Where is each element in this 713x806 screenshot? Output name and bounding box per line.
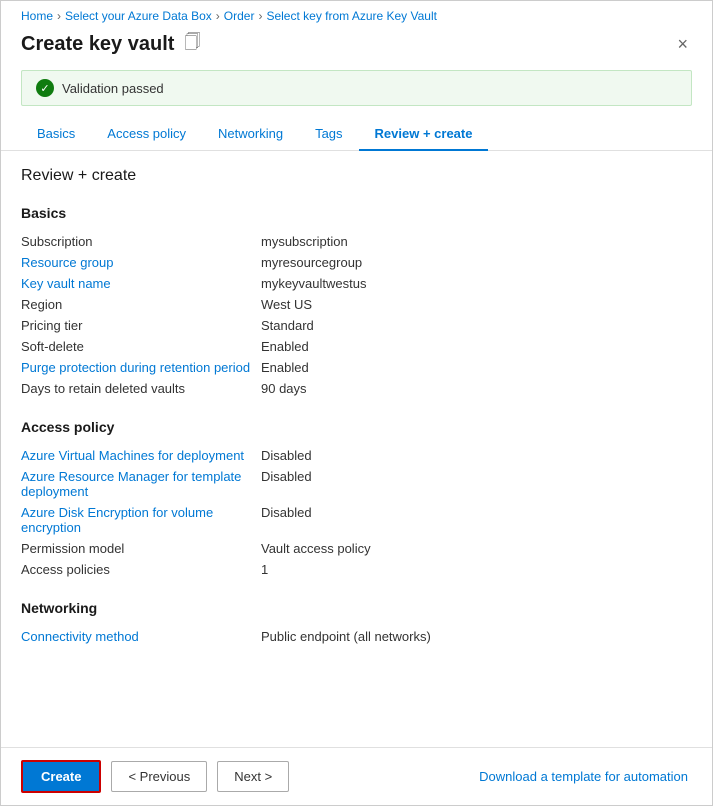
table-row: Azure Disk Encryption for volume encrypt… xyxy=(21,502,692,538)
access-policies-value: 1 xyxy=(261,562,268,577)
review-create-title: Review + create xyxy=(21,167,692,185)
validation-bar: ✓ Validation passed xyxy=(21,70,692,106)
region-value: West US xyxy=(261,297,312,312)
soft-delete-value: Enabled xyxy=(261,339,309,354)
table-row: Permission model Vault access policy xyxy=(21,538,692,559)
days-retain-label: Days to retain deleted vaults xyxy=(21,381,261,396)
breadcrumb-sep-0: › xyxy=(57,9,61,23)
access-policy-section: Access policy Azure Virtual Machines for… xyxy=(21,419,692,580)
validation-check-icon: ✓ xyxy=(36,79,54,97)
close-button[interactable]: × xyxy=(673,34,692,55)
breadcrumb: Home › Select your Azure Data Box › Orde… xyxy=(1,1,712,27)
tab-review-create[interactable]: Review + create xyxy=(359,118,489,151)
breadcrumb-sep-2: › xyxy=(258,9,262,23)
breadcrumb-select-data-box[interactable]: Select your Azure Data Box xyxy=(65,9,212,23)
region-label: Region xyxy=(21,297,261,312)
table-row: Connectivity method Public endpoint (all… xyxy=(21,626,692,647)
azure-disk-label: Azure Disk Encryption for volume encrypt… xyxy=(21,505,261,535)
pricing-tier-value: Standard xyxy=(261,318,314,333)
main-content: Review + create Basics Subscription mysu… xyxy=(1,151,712,747)
access-policy-header: Access policy xyxy=(21,419,692,435)
breadcrumb-select-key[interactable]: Select key from Azure Key Vault xyxy=(266,9,437,23)
breadcrumb-sep-1: › xyxy=(216,9,220,23)
purge-protection-label: Purge protection during retention period xyxy=(21,360,261,375)
modal-header: Create key vault 🗍 × xyxy=(1,27,712,70)
resource-group-value: myresourcegroup xyxy=(261,255,362,270)
connectivity-method-label: Connectivity method xyxy=(21,629,261,644)
basics-section: Basics Subscription mysubscription Resou… xyxy=(21,205,692,399)
table-row: Key vault name mykeyvaultwestus xyxy=(21,273,692,294)
table-row: Access policies 1 xyxy=(21,559,692,580)
table-row: Subscription mysubscription xyxy=(21,231,692,252)
access-policies-label: Access policies xyxy=(21,562,261,577)
table-row: Days to retain deleted vaults 90 days xyxy=(21,378,692,399)
table-row: Azure Virtual Machines for deployment Di… xyxy=(21,445,692,466)
days-retain-value: 90 days xyxy=(261,381,307,396)
azure-vm-label: Azure Virtual Machines for deployment xyxy=(21,448,261,463)
basics-header: Basics xyxy=(21,205,692,221)
azure-rm-label: Azure Resource Manager for template depl… xyxy=(21,469,261,499)
tab-access-policy[interactable]: Access policy xyxy=(91,118,202,151)
table-row: Pricing tier Standard xyxy=(21,315,692,336)
tab-networking[interactable]: Networking xyxy=(202,118,299,151)
breadcrumb-order[interactable]: Order xyxy=(224,9,255,23)
copy-icon[interactable]: 🗍 xyxy=(184,31,200,58)
permission-model-value: Vault access policy xyxy=(261,541,371,556)
table-row: Soft-delete Enabled xyxy=(21,336,692,357)
networking-header: Networking xyxy=(21,600,692,616)
tab-basics[interactable]: Basics xyxy=(21,118,91,151)
azure-rm-value: Disabled xyxy=(261,469,312,484)
download-template-link[interactable]: Download a template for automation xyxy=(475,762,692,791)
resource-group-label: Resource group xyxy=(21,255,261,270)
table-row: Azure Resource Manager for template depl… xyxy=(21,466,692,502)
create-button[interactable]: Create xyxy=(21,760,101,793)
pricing-tier-label: Pricing tier xyxy=(21,318,261,333)
table-row: Purge protection during retention period… xyxy=(21,357,692,378)
permission-model-label: Permission model xyxy=(21,541,261,556)
key-vault-name-value: mykeyvaultwestus xyxy=(261,276,366,291)
tab-bar: Basics Access policy Networking Tags Rev… xyxy=(1,118,712,151)
modal-footer: Create < Previous Next > Download a temp… xyxy=(1,747,712,805)
connectivity-method-value: Public endpoint (all networks) xyxy=(261,629,431,644)
modal-title: Create key vault xyxy=(21,33,174,56)
create-key-vault-modal: Home › Select your Azure Data Box › Orde… xyxy=(0,0,713,806)
next-button[interactable]: Next > xyxy=(217,761,289,792)
azure-vm-value: Disabled xyxy=(261,448,312,463)
subscription-value: mysubscription xyxy=(261,234,348,249)
key-vault-name-label: Key vault name xyxy=(21,276,261,291)
soft-delete-label: Soft-delete xyxy=(21,339,261,354)
table-row: Resource group myresourcegroup xyxy=(21,252,692,273)
table-row: Region West US xyxy=(21,294,692,315)
previous-button[interactable]: < Previous xyxy=(111,761,207,792)
networking-section: Networking Connectivity method Public en… xyxy=(21,600,692,647)
azure-disk-value: Disabled xyxy=(261,505,312,520)
purge-protection-value: Enabled xyxy=(261,360,309,375)
breadcrumb-home[interactable]: Home xyxy=(21,9,53,23)
subscription-label: Subscription xyxy=(21,234,261,249)
tab-tags[interactable]: Tags xyxy=(299,118,358,151)
validation-text: Validation passed xyxy=(62,81,164,96)
